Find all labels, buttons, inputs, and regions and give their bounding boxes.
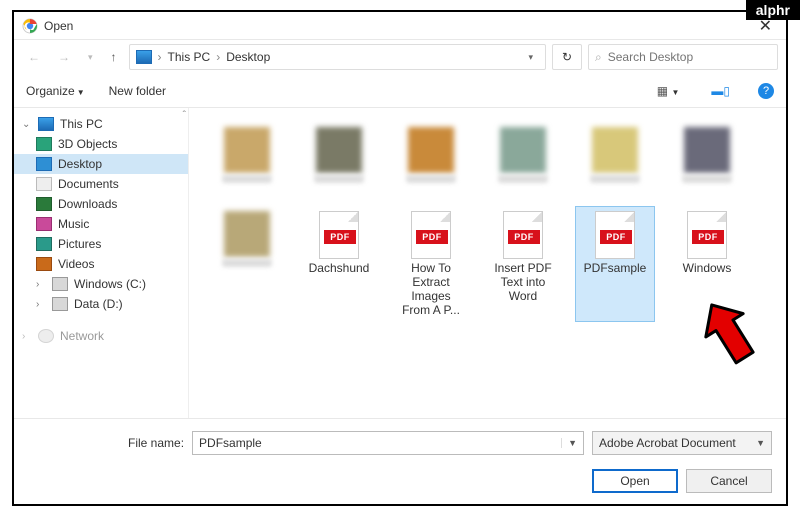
folder-label-blurred (498, 175, 548, 183)
tree-videos[interactable]: Videos (14, 254, 188, 274)
chevron-down-icon[interactable]: ▼ (561, 438, 583, 448)
folder-label-blurred (222, 175, 272, 183)
preview-pane-button[interactable]: ▬▯ (707, 82, 734, 100)
search-input[interactable] (608, 50, 771, 64)
pdf-icon: PDF (503, 211, 543, 259)
pc-icon (136, 50, 152, 64)
folder-item[interactable] (575, 122, 655, 188)
new-folder-button[interactable]: New folder (109, 84, 166, 98)
search-icon: ⌕ (595, 50, 602, 65)
file-label: Dachshund (309, 261, 370, 275)
titlebar: Open ✕ (14, 12, 786, 40)
cancel-button[interactable]: Cancel (686, 469, 772, 493)
music-icon (36, 217, 52, 231)
file-pdf-dachshund[interactable]: PDF Dachshund (299, 206, 379, 322)
tree-3d-objects[interactable]: 3D Objects (14, 134, 188, 154)
file-pdf-howto[interactable]: PDFHow To Extract Images From A P... (391, 206, 471, 322)
file-label: PDFsample (584, 261, 647, 275)
filter-label: Adobe Acrobat Document (599, 436, 756, 450)
open-button[interactable]: Open (592, 469, 678, 493)
tree-pictures[interactable]: Pictures (14, 234, 188, 254)
watermark-badge: alphr (746, 0, 800, 20)
objects-icon (36, 137, 52, 151)
folder-item[interactable] (667, 122, 747, 188)
pdf-icon: PDF (595, 211, 635, 259)
file-pdf-insert[interactable]: PDFInsert PDF Text into Word (483, 206, 563, 322)
folder-label-blurred (222, 259, 272, 267)
folder-item[interactable] (207, 122, 287, 188)
folder-item[interactable] (299, 122, 379, 188)
tree-network[interactable]: ›Network (14, 326, 188, 346)
recent-dropdown[interactable]: ▾ (82, 48, 99, 67)
folder-label-blurred (406, 175, 456, 183)
folder-item[interactable] (391, 122, 471, 188)
folder-label-blurred (314, 175, 364, 183)
drive-icon (52, 297, 68, 311)
up-button[interactable]: ↑ (105, 46, 123, 68)
pdf-icon: PDF (687, 211, 727, 259)
filename-label: File name: (28, 436, 184, 450)
footer: File name: ▼ Adobe Acrobat Document ▼ Op… (14, 418, 786, 503)
view-options-button[interactable]: ▦ ▼ (653, 82, 684, 100)
scroll-up-icon[interactable]: ˆ (183, 110, 186, 121)
tree-this-pc[interactable]: ⌄This PC (14, 114, 188, 134)
filetype-filter[interactable]: Adobe Acrobat Document ▼ (592, 431, 772, 455)
folder-thumb (408, 127, 454, 173)
tree-downloads[interactable]: Downloads (14, 194, 188, 214)
tree-documents[interactable]: Documents (14, 174, 188, 194)
file-label: Windows (683, 261, 732, 275)
folder-item[interactable] (207, 206, 287, 322)
breadcrumb-leaf[interactable]: Desktop (226, 50, 270, 64)
pdf-icon: PDF (319, 211, 359, 259)
file-label: How To Extract Images From A P... (396, 261, 466, 317)
file-pdf-pdfsample[interactable]: PDF PDFsample (575, 206, 655, 322)
folder-thumb (316, 127, 362, 173)
annotation-arrow (699, 298, 765, 378)
breadcrumb-dropdown[interactable]: ▾ (522, 52, 539, 63)
toolbar: Organize▼ New folder ▦ ▼ ▬▯ ? (14, 74, 786, 108)
folder-item[interactable] (483, 122, 563, 188)
file-pane[interactable]: PDFDachshund PDFHow To Extract Images Fr… (189, 108, 786, 418)
drive-icon (52, 277, 68, 291)
tree-music[interactable]: Music (14, 214, 188, 234)
breadcrumb-root[interactable]: This PC (168, 50, 211, 64)
folder-thumb (500, 127, 546, 173)
folder-thumb (684, 127, 730, 173)
breadcrumb[interactable]: › This PC › Desktop ▾ (129, 44, 546, 70)
refresh-button[interactable]: ↻ (552, 44, 582, 70)
pictures-icon (36, 237, 52, 251)
tree-drive-d[interactable]: ›Data (D:) (14, 294, 188, 314)
pdf-icon: PDF (411, 211, 451, 259)
dialog-open: Open ✕ ← → ▾ ↑ › This PC › Desktop ▾ ↻ ⌕… (12, 10, 788, 506)
chevron-down-icon[interactable]: ▼ (756, 438, 765, 448)
back-button[interactable]: ← (22, 46, 46, 68)
network-icon (38, 329, 54, 343)
tree-desktop[interactable]: Desktop (14, 154, 188, 174)
pc-icon (38, 117, 54, 131)
dialog-title: Open (44, 19, 73, 33)
search-box[interactable]: ⌕ (588, 44, 778, 70)
nav-row: ← → ▾ ↑ › This PC › Desktop ▾ ↻ ⌕ (14, 40, 786, 74)
help-icon[interactable]: ? (758, 83, 774, 99)
downloads-icon (36, 197, 52, 211)
filename-combo[interactable]: ▼ (192, 431, 584, 455)
organize-menu[interactable]: Organize▼ (26, 84, 85, 98)
folder-label-blurred (682, 175, 732, 183)
folder-thumb (592, 127, 638, 173)
forward-button: → (52, 46, 76, 68)
videos-icon (36, 257, 52, 271)
chrome-icon (22, 18, 38, 34)
folder-thumb (224, 211, 270, 257)
filename-input[interactable] (193, 436, 561, 450)
nav-tree: ˆ ⌄This PC 3D Objects Desktop Documents … (14, 108, 189, 418)
chevron-right-icon: › (216, 50, 220, 64)
file-label: Insert PDF Text into Word (488, 261, 558, 303)
documents-icon (36, 177, 52, 191)
chevron-right-icon: › (158, 50, 162, 64)
tree-drive-c[interactable]: ›Windows (C:) (14, 274, 188, 294)
desktop-icon (36, 157, 52, 171)
folder-thumb (224, 127, 270, 173)
folder-label-blurred (590, 175, 640, 183)
